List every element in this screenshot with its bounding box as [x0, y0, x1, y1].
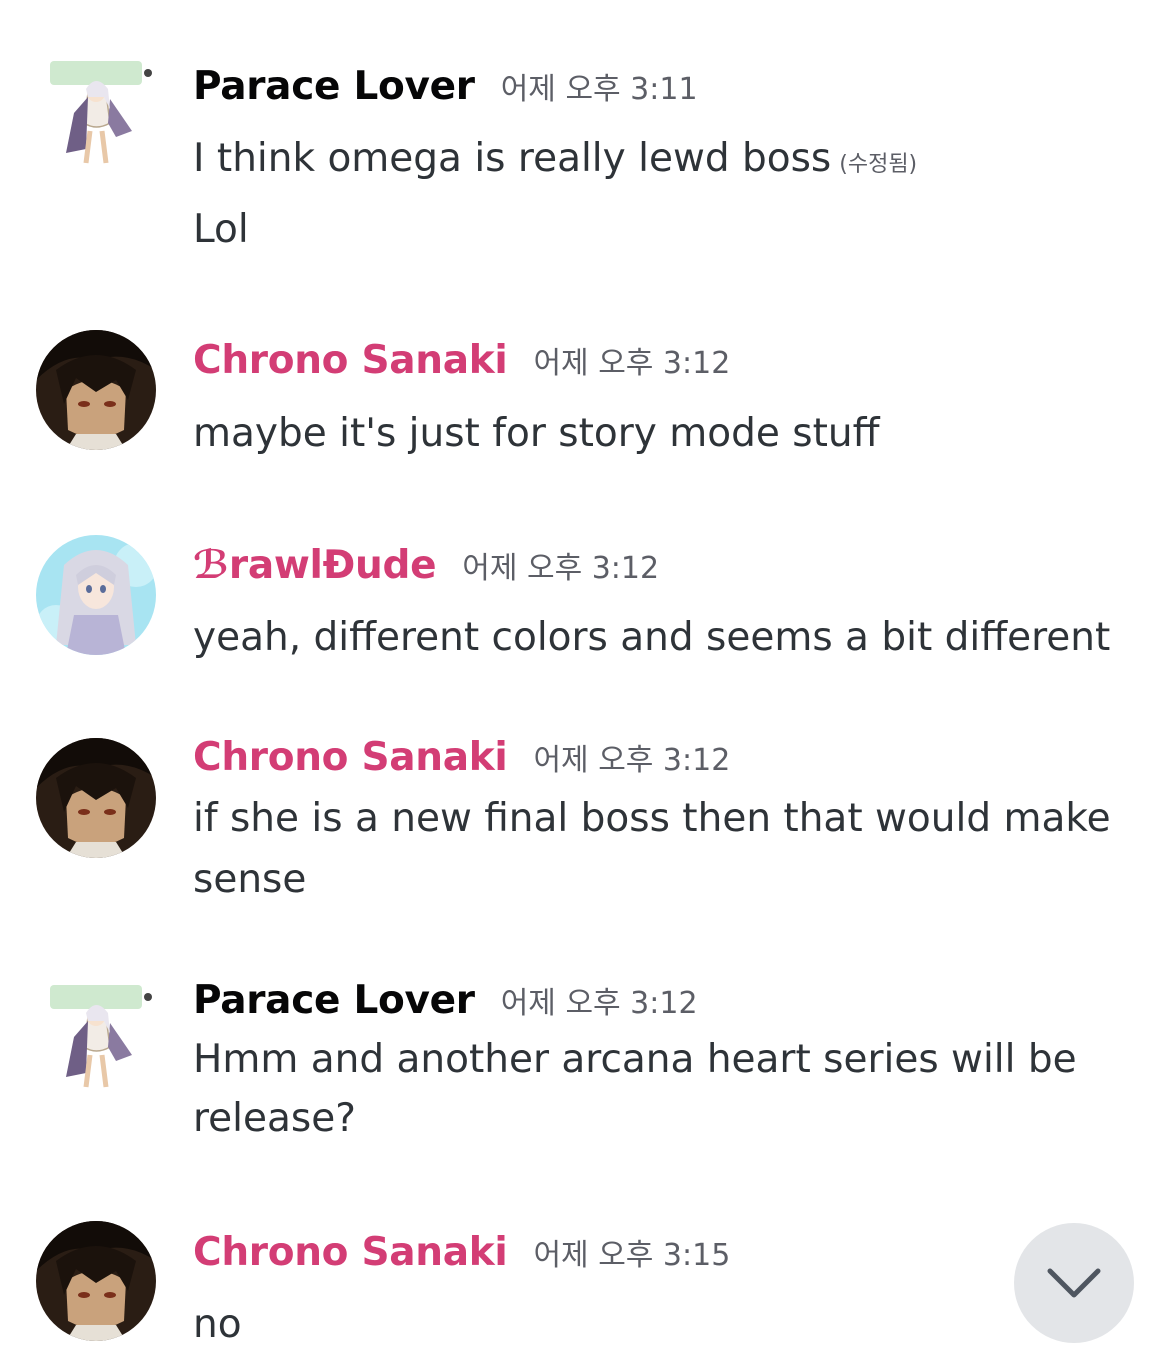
message-timestamp: 어제 오후 3:12 — [462, 551, 660, 586]
author-name[interactable]: Parace Lover — [193, 978, 475, 1023]
message-timestamp: 어제 오후 3:12 — [533, 346, 731, 381]
message-text: maybe it's just for story mode stuff — [193, 411, 880, 456]
avatar-image — [36, 535, 156, 655]
message-header: Chrono Sanaki 어제 오후 3:12 — [193, 735, 730, 780]
edited-label: (수정됨) — [839, 152, 918, 177]
author-name[interactable]: Chrono Sanaki — [193, 338, 508, 383]
message-timestamp: 어제 오후 3:12 — [533, 743, 731, 778]
message-text: Lol — [193, 207, 249, 252]
avatar-image — [36, 738, 156, 858]
message-text: yeah, different colors and seems a bit d… — [193, 615, 1111, 660]
avatar-image — [36, 1221, 156, 1341]
message-timestamp: 어제 오후 3:11 — [500, 72, 698, 107]
avatar-chrono-sanaki[interactable] — [36, 330, 156, 450]
message-header: ℬrawlĐude 어제 오후 3:12 — [193, 543, 659, 588]
avatar-image — [36, 53, 156, 173]
avatar-chrono-sanaki[interactable] — [36, 738, 156, 858]
message-line: I think omega is really lewd boss — [193, 136, 832, 181]
scroll-to-bottom-button[interactable] — [1014, 1223, 1134, 1343]
avatar-chrono-sanaki[interactable] — [36, 1221, 156, 1341]
avatar-brawldude[interactable] — [36, 535, 156, 655]
chevron-down-icon — [1047, 1268, 1101, 1298]
avatar-parace-lover[interactable] — [36, 53, 156, 173]
message-timestamp: 어제 오후 3:15 — [533, 1238, 731, 1273]
message-header: Chrono Sanaki 어제 오후 3:12 — [193, 338, 730, 383]
message-timestamp: 어제 오후 3:12 — [500, 986, 698, 1021]
avatar-image — [36, 977, 156, 1097]
author-name[interactable]: Chrono Sanaki — [193, 735, 508, 780]
avatar-parace-lover[interactable] — [36, 977, 156, 1097]
message-text: release? — [193, 1096, 356, 1141]
message-text: sense — [193, 857, 307, 902]
message-text: I think omega is really lewd boss (수정됨) — [193, 128, 1093, 195]
chat-messages: Parace Lover 어제 오후 3:11 I think omega is… — [0, 0, 1170, 1347]
message-header: Parace Lover 어제 오후 3:12 — [193, 978, 698, 1023]
message-header: Parace Lover 어제 오후 3:11 — [193, 64, 698, 109]
author-name[interactable]: ℬrawlĐude — [193, 543, 437, 588]
message-text: if she is a new final boss then that wou… — [193, 796, 1111, 841]
message-text: Hmm and another arcana heart series will… — [193, 1037, 1077, 1082]
message-header: Chrono Sanaki 어제 오후 3:15 — [193, 1230, 730, 1275]
avatar-image — [36, 330, 156, 450]
author-name[interactable]: Parace Lover — [193, 64, 475, 109]
author-name[interactable]: Chrono Sanaki — [193, 1230, 508, 1275]
